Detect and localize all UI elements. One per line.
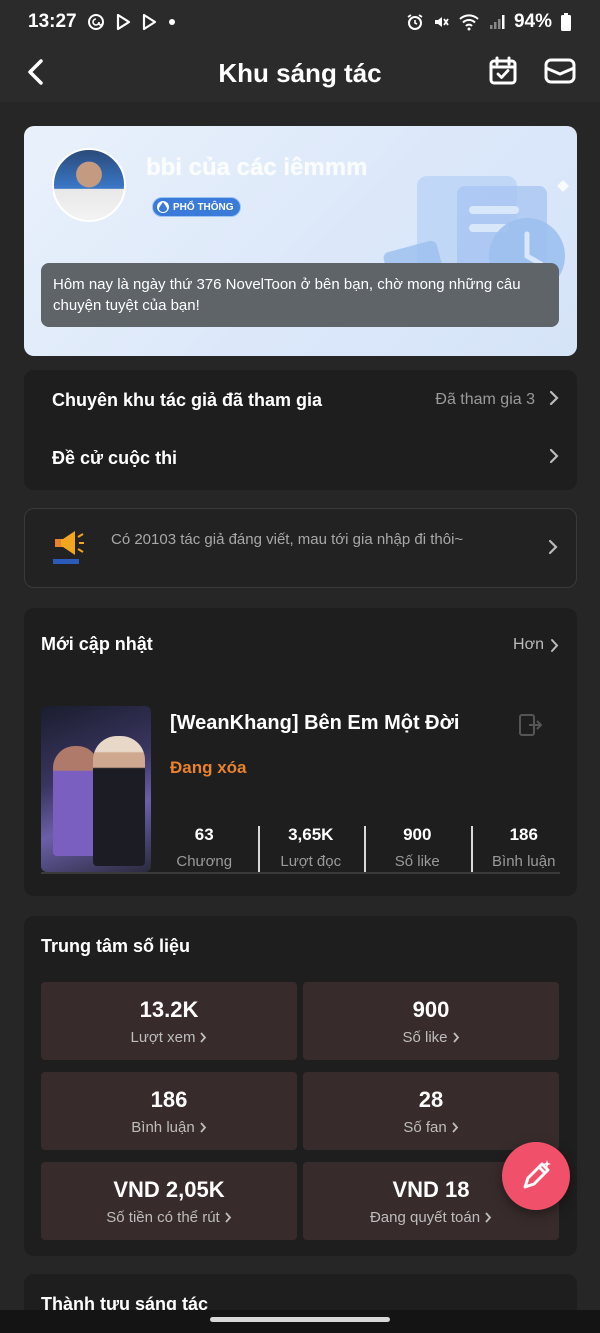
tile-fans[interactable]: 28 Số fan (303, 1072, 559, 1150)
more-label: Hơn (513, 636, 544, 653)
tile-label-text: Số like (402, 1028, 448, 1046)
recent-update-card: Mới cập nhật Hơn [WeanKhang] Bên Em Một … (24, 608, 577, 896)
section-title: Trung tâm số liệu (41, 936, 191, 956)
tile-label: Bình luận (131, 1119, 206, 1136)
tile-label-text: Lượt xem (130, 1028, 196, 1046)
chevron-right-icon (551, 638, 559, 652)
menu-item-label: Đề cử cuộc thi (52, 447, 178, 468)
profile-card[interactable]: bbi của các iêmmm PHỔ THÔNG Hôm nay là n… (24, 126, 577, 356)
more-link[interactable]: Hơn (513, 636, 559, 654)
exit-icon[interactable] (517, 712, 543, 743)
avatar[interactable] (52, 148, 126, 222)
tile-value: 28 (418, 1086, 444, 1112)
stat-value: 3,65K (288, 824, 334, 844)
tile-label-text: Số tiền có thể rút (106, 1208, 220, 1226)
book-status: Đang xóa (170, 758, 247, 777)
stat-label: Lượt đọc (280, 852, 342, 870)
tile-value: 900 (412, 996, 450, 1022)
menu-item-label: Chuyên khu tác giả đã tham gia (52, 389, 323, 410)
menu-card: Chuyên khu tác giả đã tham gia Đã tham g… (24, 370, 577, 490)
book-title[interactable]: [WeanKhang] Bên Em Một Đời (170, 712, 459, 735)
tile-likes[interactable]: 900 Số like (303, 982, 559, 1060)
chevron-right-icon (200, 1031, 207, 1043)
status-badge: PHỔ THÔNG (152, 197, 241, 217)
menu-item-joined-zones[interactable]: Chuyên khu tác giả đã tham gia Đã tham g… (24, 372, 577, 428)
section-title: Mới cập nhật (41, 634, 153, 654)
tile-label: Số tiền có thể rút (106, 1209, 231, 1226)
author-notice-banner[interactable]: Có 20103 tác giả đáng viết, mau tới gia … (24, 508, 577, 588)
mail-icon[interactable] (544, 56, 576, 91)
play-icon (141, 13, 157, 31)
stat-label: Bình luận (492, 852, 556, 870)
menu-item-value: Đã tham gia 3 (435, 391, 535, 408)
mute-icon (432, 13, 450, 31)
app-header: Khu sáng tác (0, 44, 600, 102)
status-bar: 13:27 94% (0, 0, 600, 44)
tile-label-text: Bình luận (131, 1118, 195, 1136)
alarm-icon (406, 13, 424, 31)
drop-icon (157, 201, 169, 213)
main-content: bbi của các iêmmm PHỔ THÔNG Hôm nay là n… (0, 102, 600, 1333)
stat-value: 900 (403, 824, 432, 844)
book-stats: 63 Chương 3,65K Lượt đọc 900 Số like 186… (151, 822, 578, 874)
notice-text: Có 20103 tác giả đáng viết, mau tới gia … (111, 531, 464, 548)
wifi-icon (458, 13, 480, 31)
tile-label-text: Số fan (403, 1118, 447, 1136)
chevron-right-icon (485, 1211, 492, 1223)
back-icon[interactable] (20, 54, 50, 90)
tile-value: 13.2K (139, 996, 199, 1022)
battery-text: 94% (513, 11, 552, 32)
stat-value: 63 (194, 824, 214, 844)
tile-views[interactable]: 13.2K Lượt xem (41, 982, 297, 1060)
threads-icon (87, 13, 105, 31)
data-center-card: Trung tâm số liệu 13.2K Lượt xem 900 Số … (24, 916, 577, 1256)
calendar-icon[interactable] (488, 56, 518, 91)
page-title: Khu sáng tác (218, 57, 382, 88)
tile-label: Đang quyết toán (370, 1209, 492, 1226)
chevron-right-icon (452, 1031, 459, 1043)
tile-withdrawable[interactable]: VND 2,05K Số tiền có thể rút (41, 1162, 297, 1240)
system-nav-bar (0, 1310, 600, 1333)
stat-comments: 186 Bình luận (470, 822, 578, 874)
tile-label: Lượt xem (131, 1029, 208, 1046)
chevron-right-icon (200, 1121, 206, 1133)
battery-icon (560, 12, 572, 32)
tile-label: Số like (402, 1029, 459, 1046)
stat-reads: 3,65K Lượt đọc (257, 822, 365, 874)
play-icon (115, 13, 131, 31)
stat-likes: 900 Số like (364, 822, 471, 874)
pencil-icon (523, 1160, 551, 1189)
write-fab-button[interactable] (502, 1142, 570, 1210)
chevron-right-icon (225, 1211, 231, 1223)
chevron-right-icon (549, 448, 559, 469)
chevron-right-icon (548, 539, 558, 560)
badge-label: PHỔ THÔNG (173, 201, 234, 213)
dot-icon (167, 17, 177, 27)
stat-chapters: 63 Chương (151, 822, 258, 872)
book-cover[interactable] (41, 706, 151, 872)
chevron-right-icon (549, 390, 559, 411)
tile-value: VND 18 (392, 1176, 470, 1202)
username: bbi của các iêmmm (146, 154, 368, 181)
status-time: 13:27 (28, 11, 77, 32)
welcome-message: Hôm nay là ngày thứ 376 NovelToon ở bên … (41, 263, 559, 327)
stat-label: Chương (176, 852, 233, 870)
tile-label-text: Đang quyết toán (369, 1208, 481, 1226)
megaphone-icon (53, 527, 85, 570)
divider (41, 872, 560, 874)
menu-item-contest-nomination[interactable]: Đề cử cuộc thi (24, 430, 577, 486)
tile-label: Số fan (403, 1119, 458, 1136)
tile-value: VND 2,05K (113, 1176, 225, 1202)
home-gesture-handle[interactable] (210, 1317, 390, 1322)
stat-value: 186 (509, 824, 538, 844)
stat-label: Số like (394, 852, 440, 870)
tile-value: 186 (150, 1086, 188, 1112)
signal-icon (488, 13, 506, 31)
tile-comments[interactable]: 186 Bình luận (41, 1072, 297, 1150)
chevron-right-icon (452, 1121, 458, 1133)
